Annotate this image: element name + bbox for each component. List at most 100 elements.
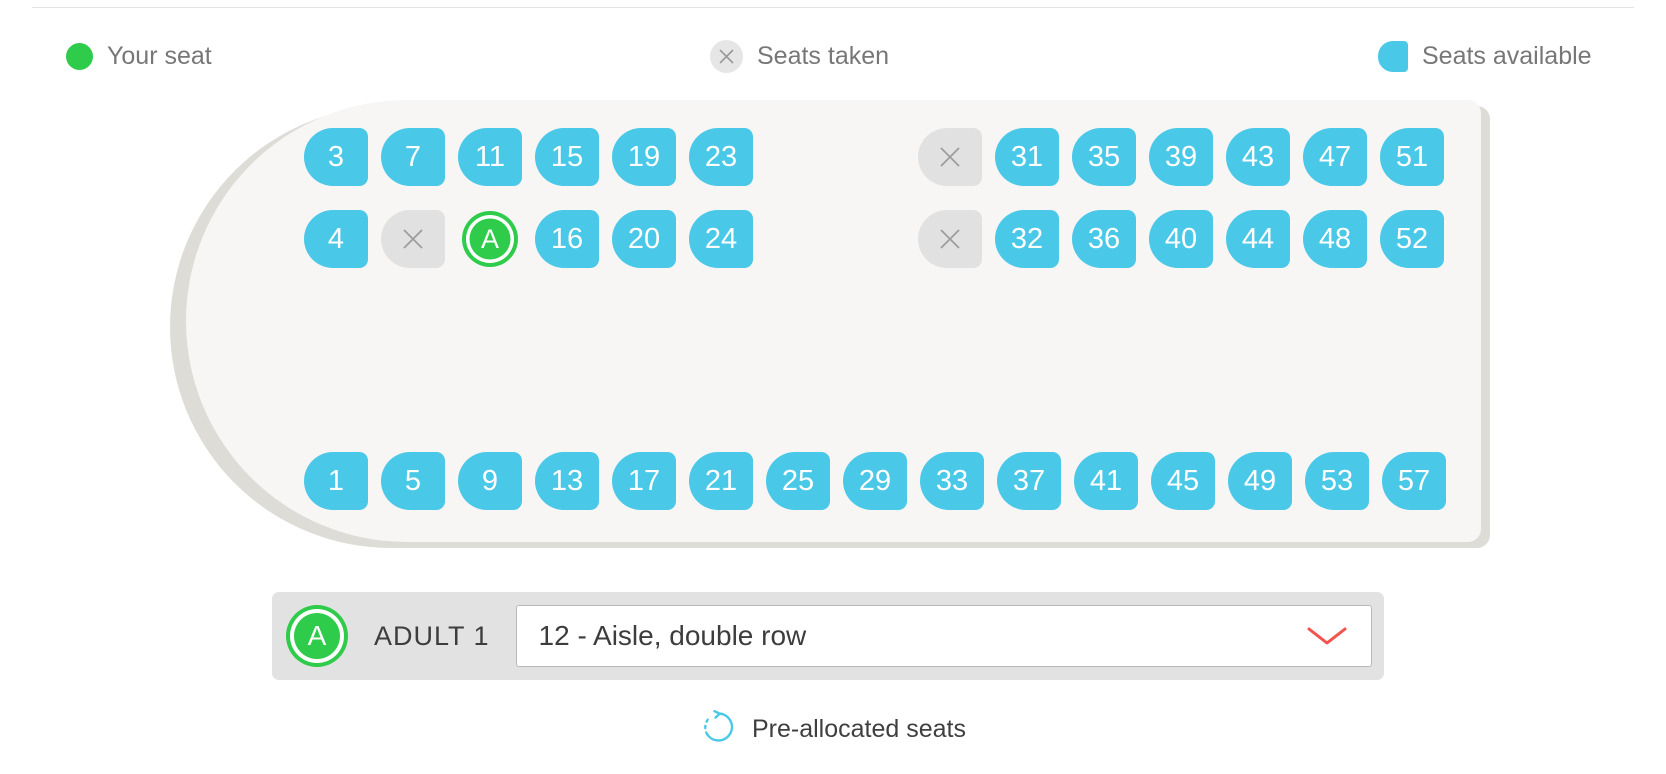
seat-available[interactable]: 57 [1382,452,1446,510]
seat-label: 7 [404,140,422,173]
seat-label: 11 [474,140,506,173]
seat-select-dropdown[interactable]: 12 - Aisle, double row [515,605,1372,667]
seat-label: 21 [704,464,738,497]
passenger-badge-letter: A [307,620,327,651]
seat-label: 57 [1397,464,1431,497]
seat-available[interactable]: 11 [458,128,522,186]
footer-note: Pre-allocated seats [0,708,1666,751]
seat-label: 49 [1243,464,1277,497]
seat-label: 51 [1395,140,1429,173]
seat-label: 3 [327,140,345,173]
seat-available[interactable]: 24 [689,210,753,268]
seat-label: 52 [1395,222,1429,255]
seat-label: 32 [1010,222,1044,255]
seat-available[interactable]: 52 [1380,210,1444,268]
footer-label: Pre-allocated seats [751,715,966,743]
passenger-label: ADULT 1 [374,620,490,651]
seat-label: 35 [1087,140,1121,173]
passenger-seat-selector: A ADULT 1 12 - Aisle, double row [272,592,1384,680]
seat-available[interactable]: 21 [689,452,753,510]
seat-available[interactable]: 19 [612,128,676,186]
green-dot-icon [66,42,93,70]
seat-available[interactable]: 35 [1072,128,1136,186]
seat-label: 16 [550,222,584,255]
seat-taken [381,210,445,268]
seat-label: 47 [1318,140,1352,173]
seat-available[interactable]: 4 [304,210,368,268]
seat-label: 37 [1012,464,1046,497]
x-circle-icon [710,39,743,73]
seat-available[interactable]: 16 [535,210,599,268]
seat-label: 1 [327,464,345,497]
seat-available[interactable]: 29 [843,452,907,510]
seat-available[interactable]: 23 [689,128,753,186]
seat-available[interactable]: 9 [458,452,522,510]
seat-label: 44 [1241,222,1275,255]
legend-item-your-seat: Your seat [66,28,212,84]
seat-available[interactable]: 1 [304,452,368,510]
passenger-badge-avatar: A [286,605,348,667]
seat-label: 24 [704,222,738,255]
seat-available[interactable]: 3 [304,128,368,186]
seat-row-a: 3 7 11 15 19 23 31 35 39 43 47 51 [304,128,1457,186]
seat-selected[interactable]: A [458,210,522,268]
seat-label: 23 [704,140,738,173]
seat-available[interactable]: 15 [535,128,599,186]
seat-label: 13 [550,464,584,497]
seat-available[interactable]: 32 [995,210,1059,268]
seat-label: 25 [781,464,815,497]
aircraft-cabin: 3 7 11 15 19 23 31 35 39 43 47 51 4 A 16 20 24 32 36 40 44 4… [0,100,1666,550]
seat-available[interactable]: 37 [997,452,1061,510]
seat-label: 31 [1010,140,1044,173]
cabin-aisle-gap [766,239,918,240]
seat-row-b: 4 A 16 20 24 32 36 40 44 48 52 [304,210,1457,268]
seat-label: 9 [481,464,499,497]
seat-label: 4 [327,222,345,255]
legend-item-seats-available: Seats available [1378,28,1592,84]
seat-available[interactable]: 36 [1072,210,1136,268]
seat-available[interactable]: 44 [1226,210,1290,268]
seat-label: 33 [935,464,969,497]
legend-label-seats-taken: Seats taken [757,42,890,70]
seat-label: 53 [1320,464,1354,497]
seat-available[interactable]: 7 [381,128,445,186]
seat-label: 29 [858,464,892,497]
seat-label: 17 [627,464,661,497]
seat-available[interactable]: 53 [1305,452,1369,510]
seat-available[interactable]: 31 [995,128,1059,186]
seat-ring-inner [469,218,511,260]
seat-available[interactable]: 17 [612,452,676,510]
seat-available[interactable]: 43 [1226,128,1290,186]
seat-label: 36 [1087,222,1121,255]
seat-available[interactable]: 51 [1380,128,1444,186]
seat-available[interactable]: 5 [381,452,445,510]
seat-label: 45 [1166,464,1200,497]
seat-available[interactable]: 13 [535,452,599,510]
seat-available[interactable]: 20 [612,210,676,268]
seat-available[interactable]: 45 [1151,452,1215,510]
seat-available[interactable]: 33 [920,452,984,510]
legend-label-seats-available: Seats available [1422,42,1592,70]
seat-taken [918,210,982,268]
seat-available[interactable]: 48 [1303,210,1367,268]
seat-available[interactable]: 39 [1149,128,1213,186]
seat-row-c: 1 5 9 13 17 21 25 29 33 37 41 45 49 53 57 [304,452,1459,510]
seat-label: 19 [627,140,661,173]
seat-label: 43 [1241,140,1275,173]
seat-available[interactable]: 25 [766,452,830,510]
seat-available[interactable]: 49 [1228,452,1292,510]
seat-label: 5 [404,464,422,497]
seat-available[interactable]: 40 [1149,210,1213,268]
seat-label: 48 [1318,222,1352,255]
chevron-down-icon[interactable] [1305,623,1349,649]
seat-label: 20 [627,222,661,255]
seat-taken [918,128,982,186]
refresh-spinner-icon [700,708,738,751]
seat-label: 39 [1164,140,1198,173]
seat-available[interactable]: 47 [1303,128,1367,186]
seat-shape-icon [1378,40,1408,72]
seat-available[interactable]: 41 [1074,452,1138,510]
legend-label-your-seat: Your seat [107,42,212,70]
seat-label: 41 [1089,464,1123,497]
seat-label: 15 [550,140,584,173]
